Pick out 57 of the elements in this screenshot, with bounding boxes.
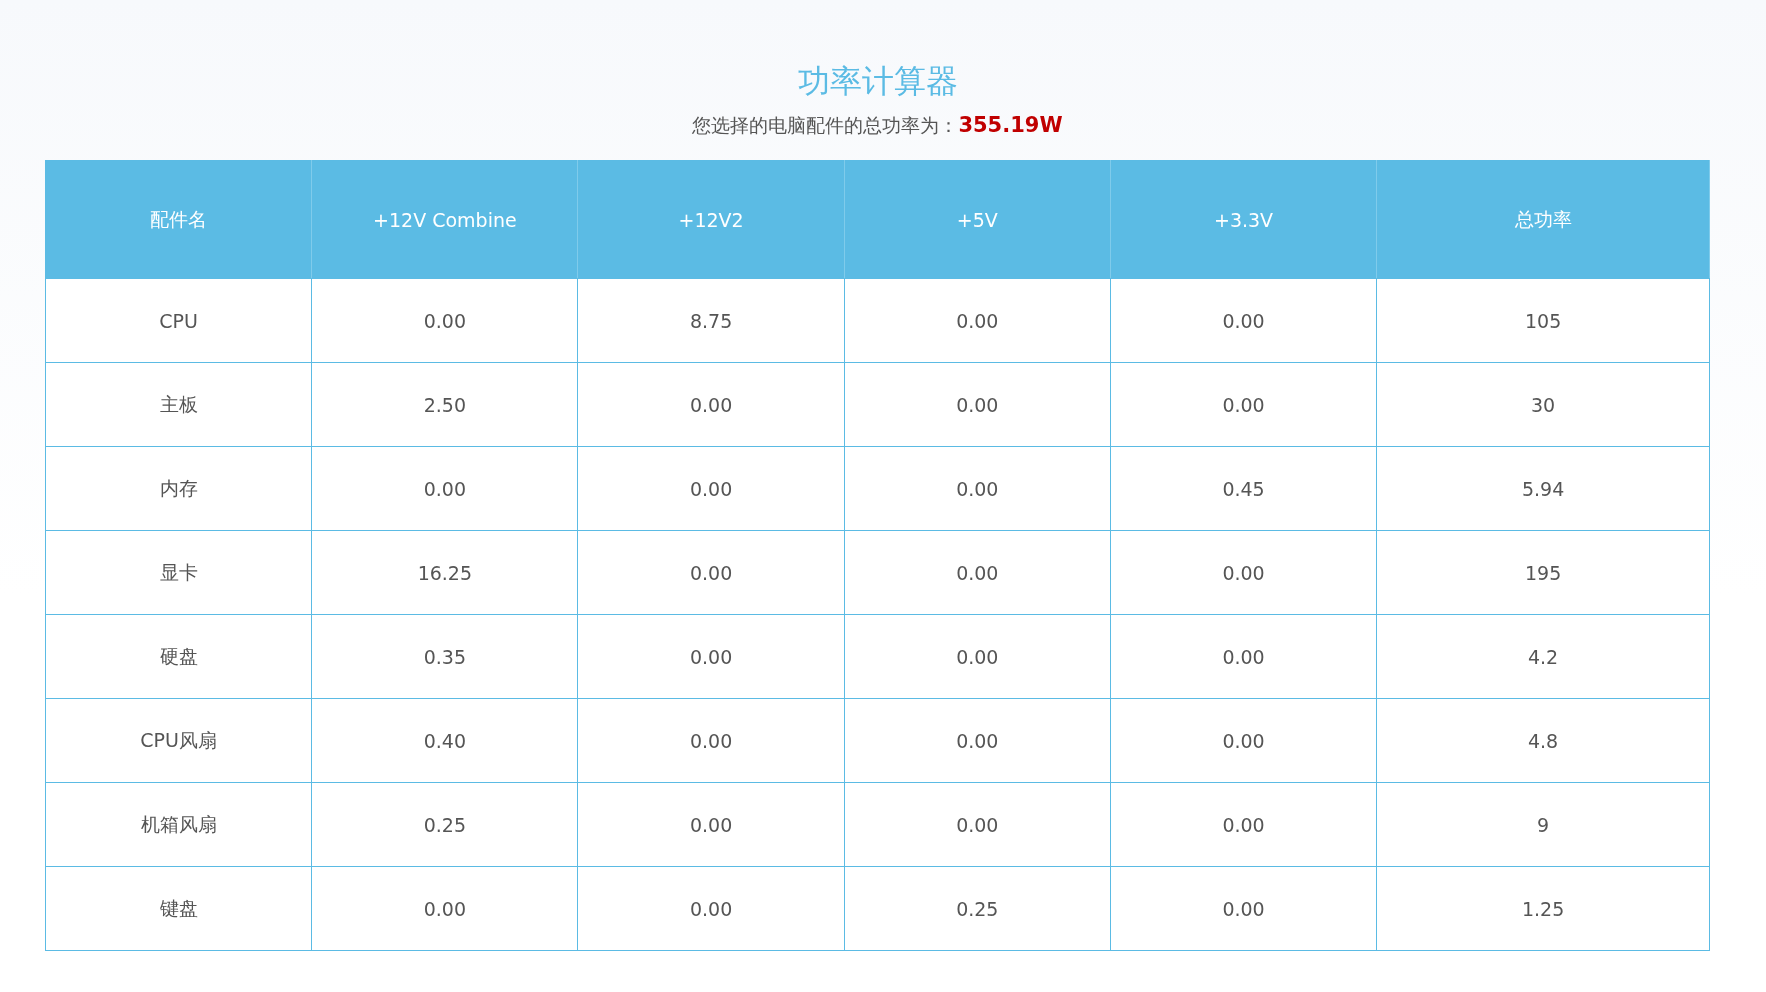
table-cell: 硬盘 (45, 614, 312, 699)
table-cell: CPU (45, 278, 312, 363)
column-header: +3.3V (1110, 160, 1377, 279)
table-cell: 0.00 (577, 782, 845, 867)
table-cell: 0.00 (1110, 530, 1377, 615)
table-cell: 0.00 (577, 446, 845, 531)
column-header: 配件名 (45, 160, 312, 279)
table-cell: 0.00 (577, 866, 845, 951)
table-cell: 8.75 (577, 278, 845, 363)
table-cell: 机箱风扇 (45, 782, 312, 867)
table-cell: 0.00 (844, 362, 1111, 447)
table-cell: 0.00 (577, 698, 845, 783)
table-cell: 0.25 (311, 782, 578, 867)
column-header: +5V (844, 160, 1111, 279)
table-cell: 内存 (45, 446, 312, 531)
table-cell: 显卡 (45, 530, 312, 615)
table-cell: 0.00 (1110, 362, 1377, 447)
table-cell: 0.00 (1110, 278, 1377, 363)
table-cell: 0.00 (844, 446, 1111, 531)
table-cell: 主板 (45, 362, 312, 447)
table-cell: 16.25 (311, 530, 578, 615)
column-header: 总功率 (1376, 160, 1710, 279)
table-cell: 键盘 (45, 866, 312, 951)
table-cell: 0.00 (311, 866, 578, 951)
table-cell: 0.00 (844, 530, 1111, 615)
table-cell: 0.00 (844, 278, 1111, 363)
table-cell: 0.00 (577, 614, 845, 699)
table-cell: 0.00 (844, 698, 1111, 783)
table-cell: 0.35 (311, 614, 578, 699)
column-header: +12V2 (577, 160, 845, 279)
table-cell: 0.45 (1110, 446, 1377, 531)
table-cell: 105 (1376, 278, 1710, 363)
table-cell: 0.00 (844, 782, 1111, 867)
table-cell: 0.00 (1110, 614, 1377, 699)
table-cell: 0.00 (1110, 866, 1377, 951)
table-cell: 9 (1376, 782, 1710, 867)
table-cell: CPU风扇 (45, 698, 312, 783)
summary-label: 您选择的电脑配件的总功率为： (692, 114, 959, 136)
table-cell: 0.00 (1110, 698, 1377, 783)
table-cell: 5.94 (1376, 446, 1710, 531)
table-cell: 2.50 (311, 362, 578, 447)
table-cell: 0.00 (577, 530, 845, 615)
table-cell: 0.25 (844, 866, 1111, 951)
total-power: 355.19W (958, 113, 1063, 137)
page-title: 功率计算器 (796, 61, 959, 102)
table-cell: 4.8 (1376, 698, 1710, 783)
table-cell: 1.25 (1376, 866, 1710, 951)
table-cell: 0.00 (844, 614, 1111, 699)
column-header: +12V Combine (311, 160, 578, 279)
table-cell: 0.40 (311, 698, 578, 783)
table-cell: 30 (1376, 362, 1710, 447)
table-cell: 195 (1376, 530, 1710, 615)
table-cell: 0.00 (577, 362, 845, 447)
table-cell: 0.00 (1110, 782, 1377, 867)
table-cell: 0.00 (311, 446, 578, 531)
table-cell: 4.2 (1376, 614, 1710, 699)
table-cell: 0.00 (311, 278, 578, 363)
